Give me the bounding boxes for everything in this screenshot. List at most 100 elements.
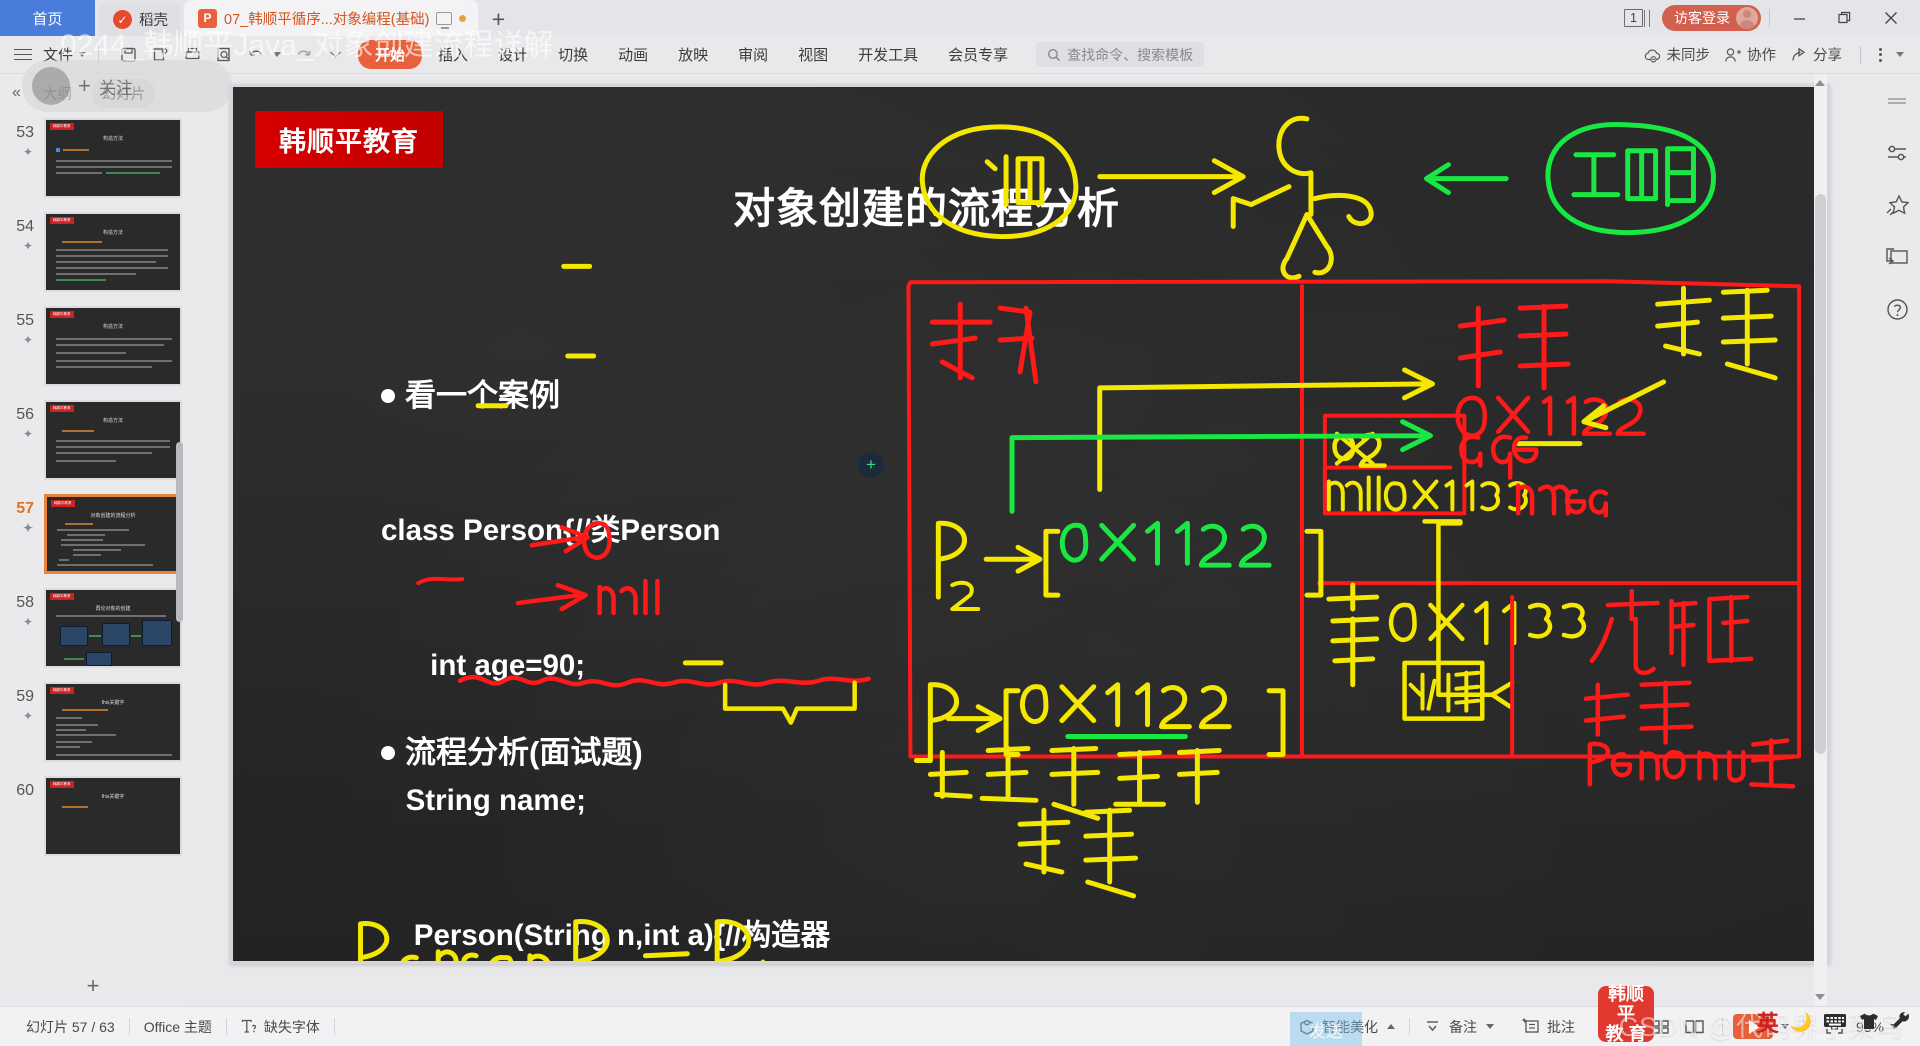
- tab-outline[interactable]: 大纲: [33, 79, 82, 108]
- slide-body-text[interactable]: 看一个案例 class Person{//类Person int age=90;…: [381, 283, 847, 961]
- ribbon-tabs: 开始 插入 设计 切换 动画 放映 审阅 视图 开发工具 会员专享: [358, 40, 1022, 69]
- thumbnail-item[interactable]: 56 ✦ 韩顺平教育 构造方法: [0, 400, 186, 480]
- tab-insert[interactable]: 插入: [424, 40, 482, 69]
- tab-view[interactable]: 视图: [784, 40, 842, 69]
- print-preview-icon[interactable]: [145, 41, 175, 69]
- file-menu-button[interactable]: 文件: [39, 44, 90, 65]
- vertical-scrollbar-thumb[interactable]: [1815, 194, 1826, 754]
- tab-home[interactable]: 开始: [358, 40, 423, 69]
- restore-button[interactable]: [1824, 0, 1866, 36]
- reading-view-icon[interactable]: [1681, 1015, 1709, 1039]
- navigator-header: « 大纲 幻灯片: [0, 74, 186, 112]
- tab-member[interactable]: 会员专享: [934, 40, 1022, 69]
- code-line-0: class Person{//类Person: [381, 514, 721, 547]
- thumbnail-number: 55 ✦: [6, 306, 34, 347]
- share-label: 分享: [1813, 48, 1842, 64]
- add-slide-button[interactable]: +: [0, 966, 186, 1006]
- thumbnail-item[interactable]: 53 ✦ 韩顺平教育 构造方法: [0, 118, 186, 198]
- window-list-button[interactable]: 1: [1624, 9, 1650, 27]
- thumbnail-item[interactable]: 60 韩顺平教育 this关键字: [0, 776, 186, 856]
- find-icon[interactable]: [209, 41, 239, 69]
- new-tab-button[interactable]: +: [478, 3, 518, 36]
- thumbnail-item[interactable]: 55 ✦ 韩顺平教育 构造方法: [0, 306, 186, 386]
- search-icon: [1048, 48, 1061, 61]
- send-overlay-button[interactable]: 发送: [1290, 1012, 1362, 1046]
- theme-button[interactable]: Office 主题: [130, 1017, 226, 1037]
- slide-title[interactable]: 对象创建的流程分析: [733, 175, 1120, 236]
- collapse-ribbon-icon[interactable]: [1896, 52, 1904, 57]
- send-label: 发送: [1309, 1021, 1343, 1041]
- missing-font-button[interactable]: 缺失字体: [227, 1017, 334, 1037]
- comments-button[interactable]: 批注: [1508, 1017, 1589, 1037]
- thumbnail-number: 53 ✦: [6, 118, 34, 159]
- thumbnail-item[interactable]: 54 ✦ 韩顺平教育 构造方法: [0, 212, 186, 292]
- tab-insert-label: 插入: [438, 47, 469, 64]
- bullet-dot-icon: [381, 746, 395, 760]
- avatar: [1736, 7, 1758, 29]
- thumbnail-item[interactable]: 59 ✦ 韩顺平教育 this关键字: [0, 682, 186, 762]
- divider: [333, 1018, 335, 1035]
- tab-review[interactable]: 审阅: [724, 40, 782, 69]
- tab-slideshow[interactable]: 放映: [664, 40, 722, 69]
- cloud-off-icon: [1644, 49, 1660, 62]
- undo-icon[interactable]: [241, 41, 271, 69]
- undo-dropdown-icon[interactable]: [273, 52, 282, 57]
- thumbnail-item[interactable]: 58 ✦ 韩顺平教育 再论对象的创建: [0, 588, 186, 668]
- tab-design[interactable]: 设计: [484, 40, 542, 69]
- share-button[interactable]: 分享: [1790, 44, 1842, 65]
- magic-star-icon[interactable]: [1884, 192, 1910, 218]
- thumbnail-number: 57 ✦: [6, 494, 34, 535]
- toolbox-wrench-icon[interactable]: [1891, 1011, 1912, 1033]
- menu-icon[interactable]: [14, 48, 32, 61]
- sync-status-button[interactable]: 未同步: [1643, 44, 1710, 65]
- home-tab[interactable]: 首页: [0, 0, 95, 36]
- brand-badge-mini: 韩顺平教育: [50, 687, 74, 694]
- scroll-up-icon[interactable]: [1815, 80, 1825, 86]
- search-input[interactable]: 查找命令、搜索模板: [1036, 42, 1205, 67]
- tab-presentation[interactable]: P 07_韩顺平循序...对象编程(基础): [184, 0, 479, 36]
- thumbnail-preview: 韩顺平教育 this关键字: [44, 682, 182, 762]
- close-button[interactable]: [1870, 0, 1912, 36]
- tab-docer[interactable]: ✓ 稻壳: [99, 3, 180, 36]
- more-options-icon[interactable]: [1879, 47, 1882, 62]
- skin-icon[interactable]: [1858, 1012, 1880, 1033]
- quick-access-toolbar: [113, 41, 350, 69]
- thumbnail-item-selected[interactable]: 57 ✦ 韩顺平教育 对象创建的流程分析: [0, 494, 186, 574]
- tab-slides[interactable]: 幻灯片: [91, 78, 156, 108]
- tab-animations[interactable]: 动画: [604, 40, 662, 69]
- thumbnail-preview: 韩顺平教育 对象创建的流程分析: [44, 494, 182, 574]
- print-icon[interactable]: [177, 41, 207, 69]
- brand-badge-mini: 韩顺平教育: [51, 500, 75, 507]
- slide-canvas[interactable]: 韩顺平教育 对象创建的流程分析 看一个案例 class Person{//类Pe…: [230, 84, 1830, 964]
- thumbnail-number: 58 ✦: [6, 588, 34, 629]
- collapse-panel-button[interactable]: «: [8, 84, 23, 102]
- minimize-button[interactable]: [1778, 0, 1820, 36]
- add-animation-button[interactable]: +: [858, 452, 884, 478]
- scroll-down-icon[interactable]: [1815, 994, 1825, 1000]
- keyboard-icon[interactable]: [1823, 1012, 1847, 1032]
- window-stack-icon: [1644, 9, 1650, 27]
- ime-language-indicator[interactable]: 英: [1757, 1006, 1779, 1038]
- slide-editor[interactable]: 韩顺平教育 对象创建的流程分析 看一个案例 class Person{//类Pe…: [186, 74, 1874, 1006]
- redo-icon[interactable]: [288, 41, 318, 69]
- thumbnail-list[interactable]: 53 ✦ 韩顺平教育 构造方法 54 ✦ 韩顺平教育 构造方法 55 ✦ 韩顺平…: [0, 112, 186, 966]
- moon-icon[interactable]: 🌙: [1790, 1012, 1812, 1033]
- help-icon[interactable]: [1884, 296, 1910, 322]
- screen-share-icon[interactable]: [1884, 244, 1910, 270]
- slide-counter[interactable]: 幻灯片 57 / 63: [12, 1017, 129, 1037]
- thumbnail-title: 对象创建的流程分析: [90, 513, 136, 519]
- tab-transitions[interactable]: 切换: [544, 40, 602, 69]
- tab-developer[interactable]: 开发工具: [844, 40, 932, 69]
- chevron-down-icon: [1485, 1024, 1494, 1029]
- save-icon[interactable]: [113, 41, 143, 69]
- customize-toolbar-icon[interactable]: [320, 41, 350, 69]
- guest-login-button[interactable]: 访客登录: [1662, 5, 1761, 31]
- collaborate-button[interactable]: 协作: [1724, 44, 1776, 65]
- settings-sliders-icon[interactable]: [1884, 140, 1910, 166]
- thumbnail-scrollbar[interactable]: [176, 442, 183, 622]
- comments-icon: [1522, 1018, 1539, 1033]
- window-tab-bar: 首页 ✓ 稻壳 P 07_韩顺平循序...对象编程(基础) + 1 访客登录: [0, 0, 1920, 36]
- notes-button[interactable]: 备注: [1410, 1017, 1508, 1037]
- panel-handle-icon[interactable]: [1884, 88, 1910, 114]
- ribbon-right-actions: 未同步 协作 分享: [1643, 44, 1911, 65]
